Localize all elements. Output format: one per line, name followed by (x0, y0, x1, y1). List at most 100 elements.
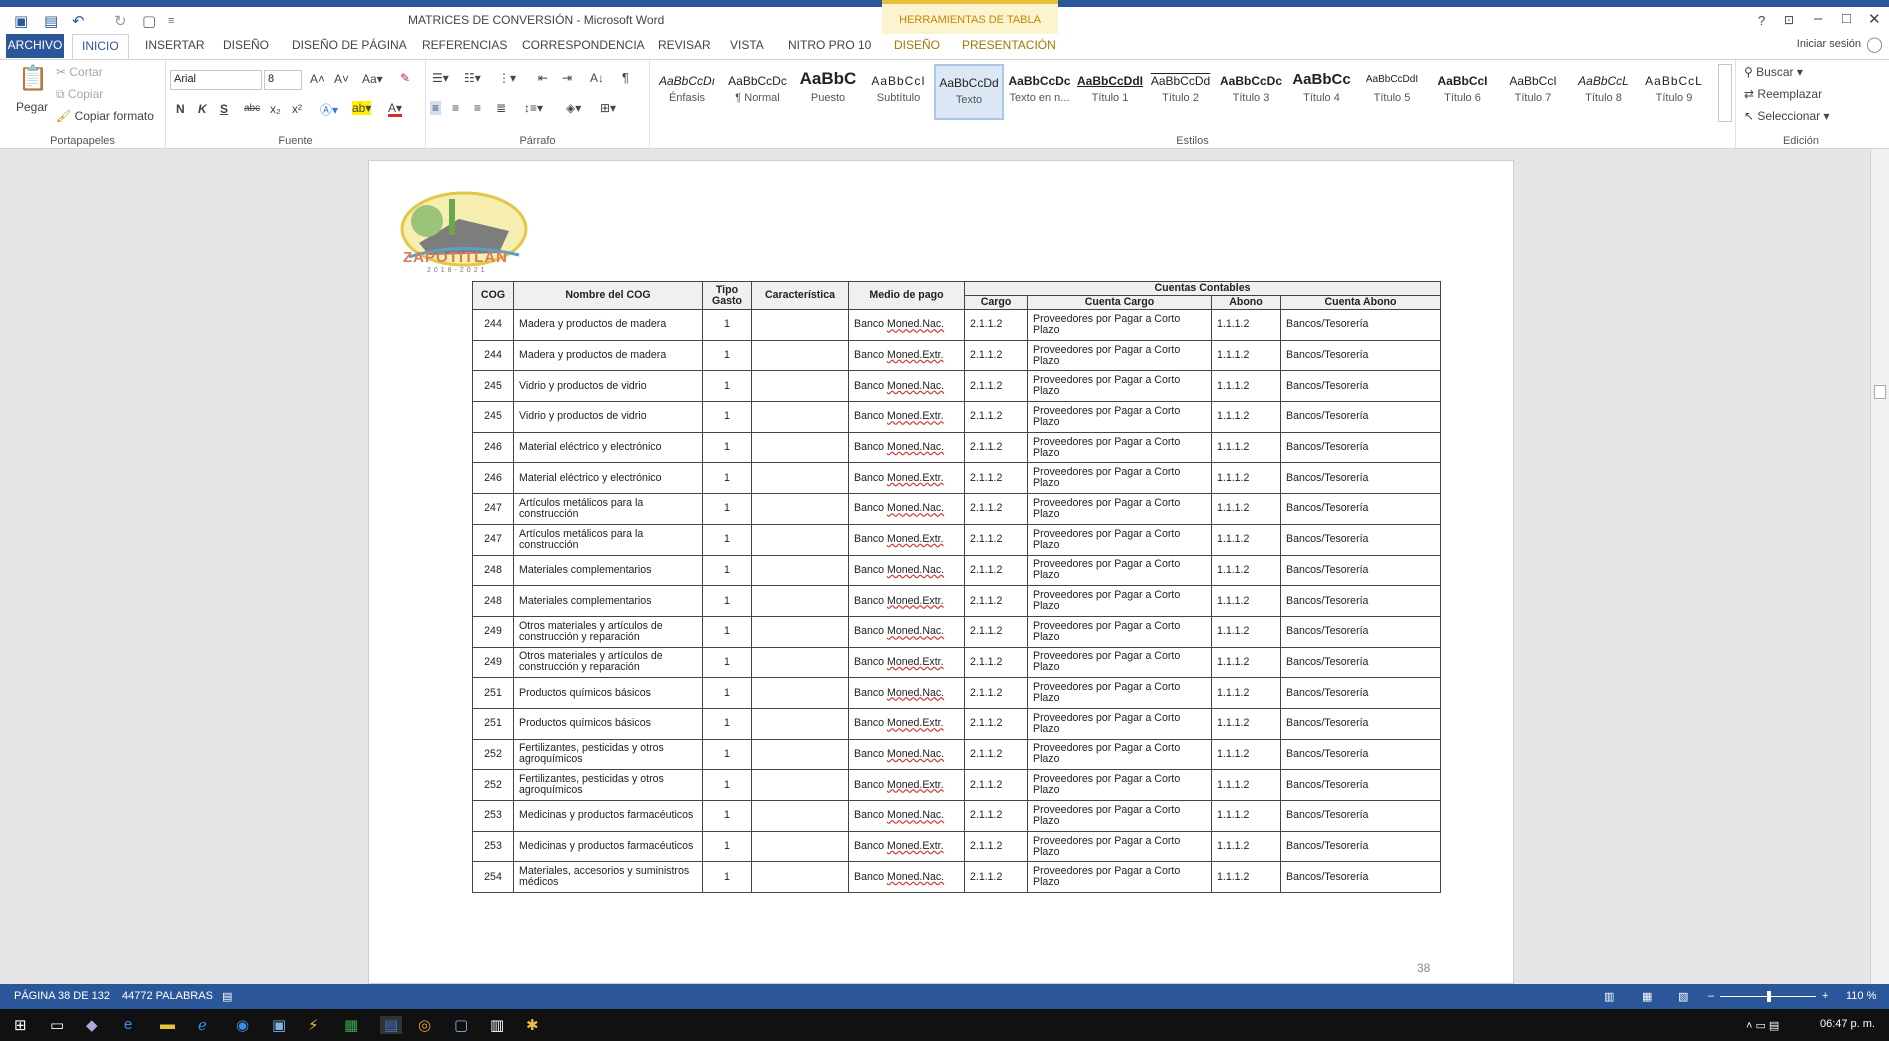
cell-medio[interactable]: Banco Moned.Nac. (848, 677, 965, 709)
cell-cuenta-cargo[interactable]: Proveedores por Pagar a Corto Plazo (1027, 431, 1212, 464)
undo-icon[interactable]: ↶ (72, 12, 85, 30)
style-item[interactable]: AaBbCcI Subtítulo (864, 64, 934, 120)
cell-cuenta-cargo[interactable]: Proveedores por Pagar a Corto Plazo (1027, 309, 1212, 341)
cell-medio[interactable]: Banco Moned.Extr. (848, 523, 965, 556)
web-layout-icon[interactable]: ▧ (1678, 990, 1688, 1003)
cell-abono[interactable]: 1.1.1.2 (1211, 615, 1281, 648)
paste-button[interactable]: Pegar (16, 100, 48, 114)
cell-nombre[interactable]: Madera y productos de madera (513, 339, 703, 372)
grow-font-icon[interactable]: A˄ (310, 72, 325, 86)
decrease-indent-icon[interactable]: ⇤ (538, 71, 548, 85)
tab-revisar[interactable]: REVISAR (658, 38, 711, 52)
cell-cargo[interactable]: 2.1.1.2 (964, 309, 1028, 341)
borders-icon[interactable]: ⊞▾ (600, 101, 616, 115)
cell-cuenta-abono[interactable]: Bancos/Tesorería (1279, 462, 1442, 495)
cell-cargo[interactable]: 2.1.1.2 (964, 585, 1028, 617)
cell-medio[interactable]: Banco Moned.Nac. (848, 309, 965, 341)
style-item[interactable]: AaBbCcL Título 9 (1639, 64, 1709, 120)
style-item[interactable]: AaBbCcDı Énfasis (652, 64, 722, 120)
text-effects-icon[interactable]: Ⓐ▾ (320, 101, 338, 118)
cell-tipo[interactable]: 1 (702, 523, 752, 556)
cell-cog[interactable]: 244 (472, 339, 514, 372)
shrink-font-icon[interactable]: A˅ (334, 72, 349, 86)
cell-medio[interactable]: Banco Moned.Extr. (848, 401, 965, 433)
cell-caracteristica[interactable] (751, 677, 849, 709)
highlight-icon[interactable]: ab▾ (352, 101, 372, 115)
cell-cog[interactable]: 247 (472, 523, 514, 556)
cell-abono[interactable]: 1.1.1.2 (1211, 370, 1281, 403)
cell-caracteristica[interactable] (751, 707, 849, 740)
cell-cargo[interactable]: 2.1.1.2 (964, 615, 1028, 648)
subscript-button[interactable]: x₂ (270, 102, 281, 116)
cell-nombre[interactable]: Material eléctrico y electrónico (513, 431, 703, 464)
cell-cargo[interactable]: 2.1.1.2 (964, 401, 1028, 433)
cell-cuenta-abono[interactable]: Bancos/Tesorería (1279, 738, 1442, 771)
cell-cuenta-cargo[interactable]: Proveedores por Pagar a Corto Plazo (1027, 401, 1212, 433)
tab-insertar[interactable]: INSERTAR (145, 38, 205, 52)
cell-tipo[interactable]: 1 (702, 677, 752, 709)
cell-cog[interactable]: 251 (472, 707, 514, 740)
bold-button[interactable]: N (176, 102, 185, 116)
cell-cuenta-cargo[interactable]: Proveedores por Pagar a Corto Plazo (1027, 554, 1212, 587)
page-indicator[interactable]: PÁGINA 38 DE 132 (14, 990, 110, 1002)
cell-cargo[interactable]: 2.1.1.2 (964, 339, 1028, 372)
cell-tipo[interactable]: 1 (702, 493, 752, 525)
cell-cog[interactable]: 245 (472, 401, 514, 433)
cell-tipo[interactable]: 1 (702, 830, 752, 863)
cell-cuenta-abono[interactable]: Bancos/Tesorería (1279, 401, 1442, 433)
cell-nombre[interactable]: Artículos metálicos para la construcción (513, 493, 703, 525)
cell-caracteristica[interactable] (751, 585, 849, 617)
align-right-icon[interactable]: ≡ (474, 101, 481, 115)
bullets-icon[interactable]: ☰▾ (432, 71, 449, 85)
cell-cuenta-abono[interactable]: Bancos/Tesorería (1279, 309, 1442, 341)
styles-scroll[interactable] (1718, 64, 1732, 122)
cell-cog[interactable]: 251 (472, 677, 514, 709)
cell-cuenta-cargo[interactable]: Proveedores por Pagar a Corto Plazo (1027, 370, 1212, 403)
cell-cuenta-cargo[interactable]: Proveedores por Pagar a Corto Plazo (1027, 830, 1212, 863)
cell-nombre[interactable]: Productos químicos básicos (513, 707, 703, 740)
tab-vista[interactable]: VISTA (730, 38, 764, 52)
cell-caracteristica[interactable] (751, 769, 849, 801)
font-color-icon[interactable]: A▾ (388, 101, 402, 115)
cell-tipo[interactable]: 1 (702, 401, 752, 433)
cell-cuenta-cargo[interactable]: Proveedores por Pagar a Corto Plazo (1027, 493, 1212, 525)
redo-icon[interactable]: ↻ (114, 12, 127, 30)
tab-diseno-pagina[interactable]: DISEÑO DE PÁGINA (292, 38, 407, 52)
cell-cargo[interactable]: 2.1.1.2 (964, 769, 1028, 801)
cell-cuenta-abono[interactable]: Bancos/Tesorería (1279, 707, 1442, 740)
cell-caracteristica[interactable] (751, 309, 849, 341)
app2-icon[interactable]: ◉ (236, 1016, 249, 1034)
proofing-icon[interactable]: ▤ (222, 990, 232, 1003)
cell-cog[interactable]: 246 (472, 431, 514, 464)
cell-tipo[interactable]: 1 (702, 309, 752, 341)
cell-cuenta-cargo[interactable]: Proveedores por Pagar a Corto Plazo (1027, 707, 1212, 740)
cell-cuenta-cargo[interactable]: Proveedores por Pagar a Corto Plazo (1027, 615, 1212, 648)
cell-abono[interactable]: 1.1.1.2 (1211, 830, 1281, 863)
select-button[interactable]: ↖ Seleccionar ▾ (1744, 109, 1829, 123)
zoom-slider-thumb[interactable] (1767, 991, 1771, 1002)
cell-cuenta-cargo[interactable]: Proveedores por Pagar a Corto Plazo (1027, 738, 1212, 771)
cell-abono[interactable]: 1.1.1.2 (1211, 462, 1281, 495)
cell-medio[interactable]: Banco Moned.Nac. (848, 370, 965, 403)
read-mode-icon[interactable]: ▥ (1604, 990, 1614, 1003)
cell-tipo[interactable]: 1 (702, 431, 752, 464)
minimize-button[interactable]: – (1814, 10, 1822, 27)
replace-button[interactable]: ⇄ Reemplazar (1744, 87, 1822, 101)
chrome-icon[interactable]: ◎ (418, 1016, 431, 1034)
cell-cuenta-abono[interactable]: Bancos/Tesorería (1279, 493, 1442, 525)
help-button[interactable]: ? (1758, 13, 1765, 28)
style-item[interactable]: AaBbCcDd Texto (934, 64, 1004, 120)
cell-medio[interactable]: Banco Moned.Nac. (848, 861, 965, 894)
cell-cargo[interactable]: 2.1.1.2 (964, 431, 1028, 464)
cell-caracteristica[interactable] (751, 554, 849, 587)
cell-cuenta-cargo[interactable]: Proveedores por Pagar a Corto Plazo (1027, 585, 1212, 617)
style-item[interactable]: AaBbC Puesto (793, 64, 863, 120)
tab-referencias[interactable]: REFERENCIAS (422, 38, 507, 52)
calculator-icon[interactable]: ▥ (490, 1016, 504, 1034)
cell-cuenta-abono[interactable]: Bancos/Tesorería (1279, 585, 1442, 617)
cell-cargo[interactable]: 2.1.1.2 (964, 677, 1028, 709)
cell-medio[interactable]: Banco Moned.Nac. (848, 554, 965, 587)
cell-cuenta-cargo[interactable]: Proveedores por Pagar a Corto Plazo (1027, 800, 1212, 832)
cell-caracteristica[interactable] (751, 523, 849, 556)
cell-nombre[interactable]: Vidrio y productos de vidrio (513, 401, 703, 433)
